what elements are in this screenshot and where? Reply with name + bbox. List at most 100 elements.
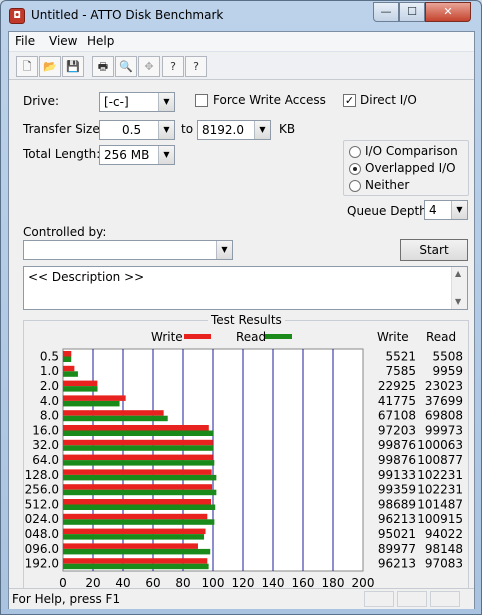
direct-io-label: Direct I/O [360, 93, 417, 107]
chevron-down-icon: ▼ [216, 241, 232, 259]
read-value: 9959 [432, 364, 463, 378]
move-icon[interactable]: ✥ [138, 56, 160, 77]
to-label: to [181, 122, 194, 136]
neither-label: Neither [365, 178, 410, 192]
transfer-from-select[interactable]: 0.5 ▼ [99, 120, 175, 140]
transfer-to-value: 8192.0 [202, 123, 244, 137]
transfer-to-select[interactable]: 8192.0 ▼ [197, 120, 271, 140]
title-bar[interactable]: ◘ Untitled - ATTO Disk Benchmark — ☐ ✕ [1, 1, 481, 31]
controlled-by-select[interactable]: ▼ [23, 240, 233, 260]
read-value: 101487 [417, 497, 463, 511]
queue-depth-select[interactable]: 4 ▼ [424, 200, 468, 220]
maximize-button[interactable]: ☐ [399, 2, 425, 22]
read-value: 94022 [425, 527, 463, 541]
window-title: Untitled - ATTO Disk Benchmark [31, 8, 224, 22]
y-tick-label: 4.0 [40, 394, 59, 408]
read-value: 97083 [425, 557, 463, 571]
app-window: ◘ Untitled - ATTO Disk Benchmark — ☐ ✕ F… [0, 0, 482, 615]
read-bar [63, 400, 120, 407]
write-bar [63, 513, 208, 520]
drive-label: Drive: [23, 94, 60, 108]
write-value: 22925 [378, 379, 416, 393]
transfer-size-label: Transfer Size: [23, 122, 104, 136]
force-write-checkbox[interactable] [195, 94, 208, 107]
neither-radio[interactable] [349, 180, 361, 192]
y-tick-label: 4096.0 [24, 542, 59, 556]
legend-read-label: Read [236, 330, 266, 344]
status-pane [364, 591, 394, 607]
write-value: 7585 [385, 364, 416, 378]
write-value: 41775 [378, 394, 416, 408]
start-button[interactable]: Start [400, 239, 468, 261]
total-length-value: 256 MB [104, 148, 150, 162]
total-length-label: Total Length: [23, 147, 101, 161]
status-bar: For Help, press F1 [9, 588, 474, 609]
y-tick-label: 8.0 [40, 409, 59, 423]
print-preview-icon[interactable]: 🔍 [115, 56, 137, 77]
direct-io-checkbox[interactable]: ✓ [343, 94, 356, 107]
read-value: 100877 [417, 453, 463, 467]
controlled-by-label: Controlled by: [23, 225, 107, 239]
scroll-up-icon[interactable]: ▲ [455, 269, 461, 278]
client-area: File View Help 🗋 📂 💾 🖶 🔍 ✥ ? ? Drive: [-… [8, 31, 475, 609]
description-scrollbar[interactable]: ▲ ▼ [451, 267, 467, 309]
description-box[interactable]: << Description >> ▲ ▼ [23, 266, 468, 310]
new-icon[interactable]: 🗋 [16, 56, 38, 77]
io-comparison-radio[interactable] [349, 146, 361, 158]
read-bar [63, 415, 168, 422]
chevron-down-icon: ▼ [254, 121, 270, 139]
status-pane [397, 591, 427, 607]
read-bar [63, 430, 213, 436]
write-value: 99876 [378, 438, 416, 452]
drive-select[interactable]: [-c-] ▼ [99, 92, 175, 112]
status-text: For Help, press F1 [12, 592, 121, 606]
print-icon[interactable]: 🖶 [92, 56, 114, 77]
menu-view[interactable]: View [49, 34, 77, 48]
read-bar [63, 504, 216, 510]
y-tick-label: 0.5 [40, 349, 59, 363]
context-help-icon[interactable]: ? [185, 56, 207, 77]
kb-label: KB [279, 122, 296, 136]
chevron-down-icon: ▼ [158, 146, 174, 164]
write-value: 97203 [378, 423, 416, 437]
save-icon[interactable]: 💾 [62, 56, 84, 77]
chevron-down-icon: ▼ [158, 121, 174, 139]
write-value: 99133 [378, 468, 416, 482]
overlapped-io-label: Overlapped I/O [365, 161, 456, 175]
read-column-header: Read [426, 330, 456, 344]
transfer-from-value: 0.5 [122, 123, 142, 137]
write-value: 99359 [378, 483, 416, 497]
write-value: 96213 [378, 557, 416, 571]
total-length-select[interactable]: 256 MB ▼ [99, 145, 175, 165]
close-button[interactable]: ✕ [425, 2, 471, 22]
description-text: << Description >> [28, 270, 145, 284]
help-icon[interactable]: ? [162, 56, 184, 77]
read-value: 102231 [417, 483, 463, 497]
y-tick-label: 1.0 [40, 364, 59, 378]
test-results-group: Test Results Write Read Write Read 0 20 40… [23, 313, 469, 597]
read-bar [63, 489, 217, 496]
minimize-button[interactable]: — [373, 2, 399, 22]
write-value: 99876 [378, 453, 416, 467]
write-value: 5521 [385, 349, 416, 363]
write-bar [63, 469, 212, 475]
read-value: 102231 [417, 468, 463, 482]
read-value: 98148 [425, 542, 463, 556]
read-bar [63, 356, 72, 362]
write-bar [63, 543, 198, 549]
write-value: 89977 [378, 542, 416, 556]
menu-file[interactable]: File [15, 34, 35, 48]
menu-help[interactable]: Help [87, 34, 114, 48]
status-pane [430, 591, 460, 607]
write-value: 96213 [378, 512, 416, 526]
io-comparison-label: I/O Comparison [365, 144, 458, 158]
y-tick-label: 128.0 [25, 468, 59, 482]
y-tick-label: 8192.0 [24, 557, 59, 571]
read-value: 23023 [425, 379, 463, 393]
write-bar [63, 380, 98, 387]
open-icon[interactable]: 📂 [39, 56, 61, 77]
write-value: 67108 [378, 409, 416, 423]
scroll-down-icon[interactable]: ▼ [455, 297, 461, 306]
overlapped-io-radio[interactable] [349, 163, 361, 175]
read-bar [63, 563, 209, 570]
